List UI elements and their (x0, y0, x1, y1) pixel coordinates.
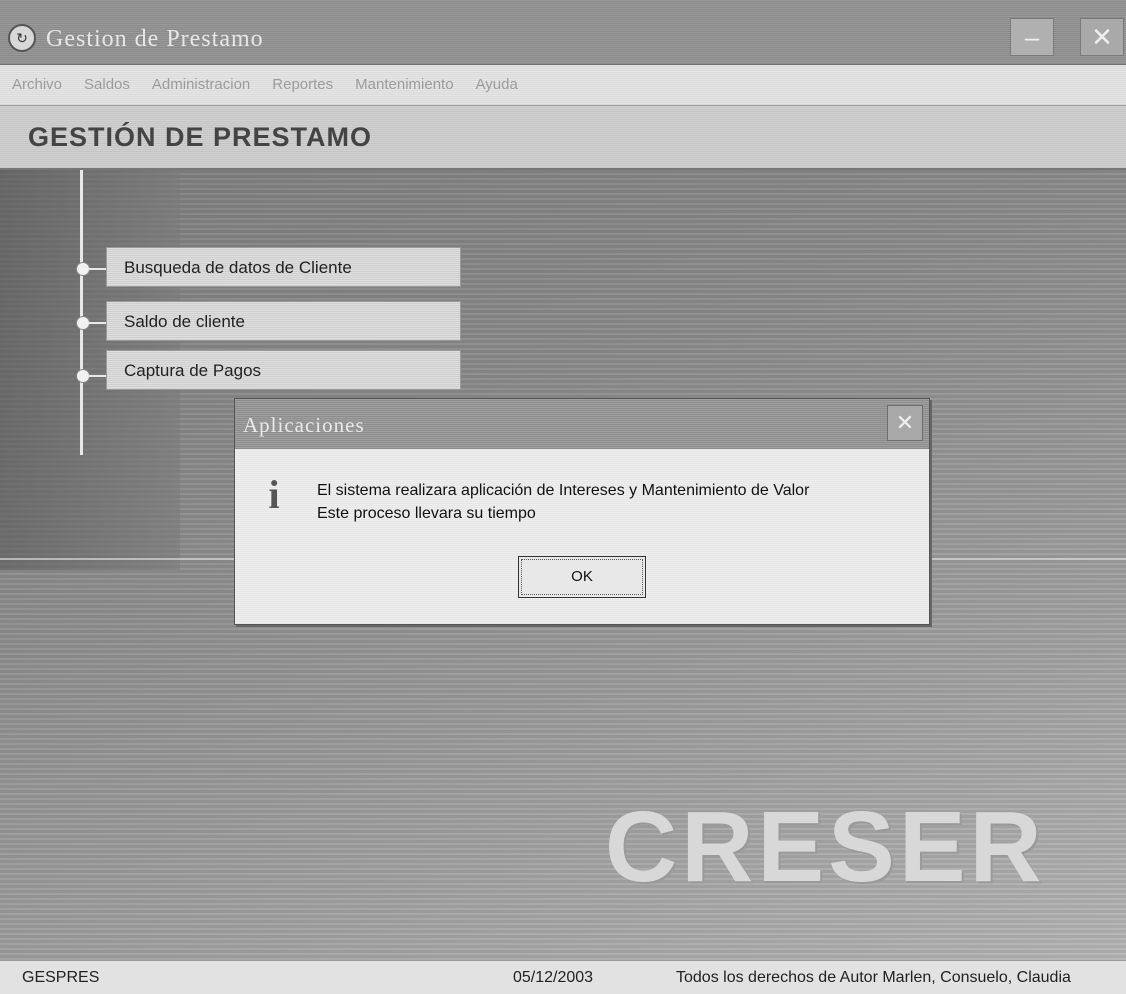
dialog-message-line-1: El sistema realizara aplicación de Inter… (317, 482, 810, 499)
ok-button[interactable]: OK (518, 556, 646, 598)
nav-busqueda-cliente[interactable]: Busqueda de datos de Cliente (106, 247, 461, 287)
dialog-body: i El sistema realizara aplicación de Int… (235, 449, 929, 624)
dialog-title: Aplicaciones (243, 413, 365, 437)
menu-bar: Archivo Saldos Administracion Reportes M… (0, 65, 1126, 106)
tree-connector (88, 322, 108, 324)
tree-line (80, 170, 83, 455)
title-bar[interactable]: ↻ Gestion de Prestamo – ✕ (0, 0, 1126, 65)
window-title: Gestion de Prestamo (46, 26, 264, 52)
status-bar: GESPRES 05/12/2003 Todos los derechos de… (0, 960, 1126, 994)
dialog-title-bar[interactable]: Aplicaciones ✕ (235, 399, 929, 449)
tree-connector (88, 268, 108, 270)
menu-ayuda[interactable]: Ayuda (464, 65, 528, 95)
status-app-code: GESPRES (22, 969, 100, 986)
main-window: ↻ Gestion de Prestamo – ✕ Archivo Saldos… (0, 0, 1126, 994)
page-title: GESTIÓN DE PRESTAMO (28, 122, 373, 152)
nav-captura-pagos[interactable]: Captura de Pagos (106, 350, 461, 390)
status-copyright: Todos los derechos de Autor Marlen, Cons… (676, 969, 1071, 986)
status-date: 05/12/2003 (513, 969, 594, 986)
header-band: GESTIÓN DE PRESTAMO (0, 106, 1126, 170)
menu-archivo[interactable]: Archivo (0, 65, 72, 95)
app-icon[interactable]: ↻ (8, 24, 36, 52)
dialog-close-button[interactable]: ✕ (887, 405, 923, 441)
info-icon: i (268, 472, 280, 517)
close-button[interactable]: ✕ (1080, 18, 1124, 56)
nav-saldo-cliente[interactable]: Saldo de cliente (106, 301, 461, 341)
dialog-message-line-2: Este proceso llevara su tiempo (317, 505, 536, 522)
minimize-button[interactable]: – (1010, 18, 1054, 56)
tree-connector (88, 375, 108, 377)
message-dialog: Aplicaciones ✕ i El sistema realizara ap… (234, 398, 930, 625)
menu-administracion[interactable]: Administracion (140, 65, 260, 95)
menu-mantenimiento[interactable]: Mantenimiento (343, 65, 463, 95)
menu-saldos[interactable]: Saldos (72, 65, 140, 95)
brand-logo: CRESER (605, 791, 1046, 903)
menu-reportes[interactable]: Reportes (260, 65, 343, 95)
